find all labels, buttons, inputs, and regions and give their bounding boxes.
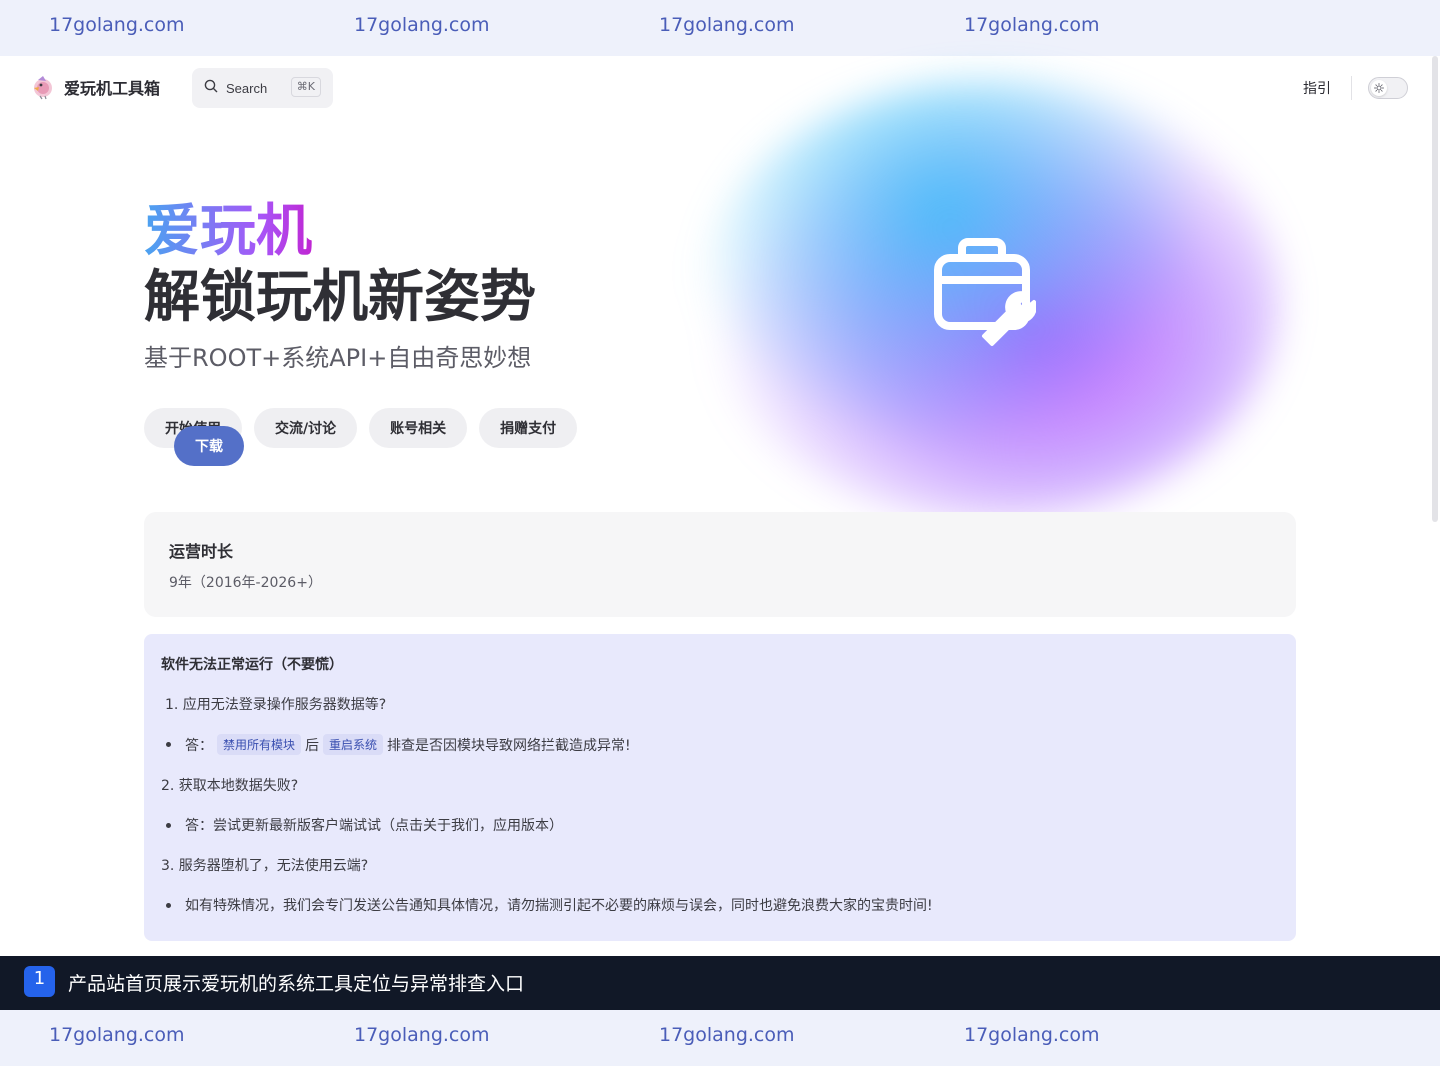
account-button[interactable]: 账号相关: [369, 408, 468, 448]
sun-icon: [1371, 80, 1387, 96]
toolbox-wrench-icon: [932, 236, 1037, 348]
faq-question: 1. 应用无法登录操作服务器数据等?: [161, 694, 386, 714]
faq-question: 2. 获取本地数据失败?: [161, 775, 298, 795]
tip-title: 软件无法正常运行（不要慌）: [161, 657, 343, 673]
faq-answer: 答：尝试更新最新版客户端试试（点击关于我们，应用版本）: [161, 815, 563, 835]
watermark-band-bottom: 17golang.com 17golang.com 17golang.com 1…: [0, 1010, 1440, 1066]
feature-card: 运营时长 9年（2016年-2026+）: [144, 512, 1296, 617]
watermark-text: 17golang.com: [659, 14, 795, 36]
feature-detail: 9年（2016年-2026+）: [169, 575, 322, 591]
answer-prefix: 答：: [185, 737, 213, 754]
search-button[interactable]: Search ⌘K: [192, 68, 333, 108]
hero-text: 解锁玩机新姿势: [144, 265, 536, 330]
faq-answer: 如有特殊情况，我们会专门发送公告通知具体情况，请勿揣测引起不必要的麻烦与误会，同…: [161, 895, 933, 915]
search-shortcut: ⌘K: [290, 77, 321, 97]
download-button[interactable]: 下载: [174, 426, 244, 466]
bullet-icon: [166, 742, 171, 747]
donate-button[interactable]: 捐赠支付: [479, 408, 578, 448]
answer-text: 答：尝试更新最新版客户端试试（点击关于我们，应用版本）: [185, 818, 563, 834]
watermark-text: 17golang.com: [964, 1024, 1100, 1046]
hero-actions: 下载 开始使用 交流/讨论 账号相关 捐赠支付: [144, 408, 578, 466]
feature-title: 运营时长: [169, 542, 234, 561]
watermark-text: 17golang.com: [659, 1024, 795, 1046]
search-label: Search: [226, 80, 268, 96]
watermark-text: 17golang.com: [964, 14, 1100, 36]
top-nav: 爱玩机工具箱 Search ⌘K 指引: [0, 56, 1440, 120]
hero-tagline: 基于ROOT+系统API+自由奇思妙想: [144, 344, 532, 372]
watermark-text: 17golang.com: [49, 14, 185, 36]
watermark-text: 17golang.com: [49, 1024, 185, 1046]
bird-logo-icon: [30, 74, 56, 100]
inline-code: 重启系统: [323, 734, 384, 755]
faq-question: 3. 服务器堕机了，无法使用云端?: [161, 855, 368, 875]
caption-bar: 1 产品站首页展示爱玩机的系统工具定位与异常排查入口: [0, 956, 1440, 1010]
watermark-band-top: 17golang.com 17golang.com 17golang.com 1…: [0, 0, 1440, 56]
hero-name: 爱玩机: [144, 196, 312, 268]
tip-box: 软件无法正常运行（不要慌） 1. 应用无法登录操作服务器数据等? 答： 禁用所有…: [144, 634, 1296, 941]
faq-question-text: 2. 获取本地数据失败?: [161, 778, 299, 794]
nav-divider: [1351, 76, 1352, 100]
faq-question-text: 3. 服务器堕机了，无法使用云端?: [161, 858, 369, 874]
brand-title: 爱玩机工具箱: [64, 79, 161, 98]
faq-answer: 答： 禁用所有模块 后 重启系统 排查是否因模块导致网络拦截造成异常!: [161, 734, 631, 755]
bullet-icon: [166, 822, 171, 828]
answer-text: 如有特殊情况，我们会专门发送公告通知具体情况，请勿揣测引起不必要的麻烦与误会，同…: [185, 898, 933, 914]
nav-link-guide[interactable]: 指引: [1303, 78, 1331, 98]
faq-question-text: 1. 应用无法登录操作服务器数据等?: [165, 697, 387, 713]
caption-text: 产品站首页展示爱玩机的系统工具定位与异常排查入口: [68, 973, 525, 995]
search-icon: [204, 79, 218, 98]
watermark-text: 17golang.com: [354, 1024, 490, 1046]
watermark-text: 17golang.com: [354, 14, 490, 36]
answer-text: 后: [305, 737, 320, 754]
theme-toggle[interactable]: [1368, 77, 1408, 99]
bullet-icon: [166, 902, 171, 908]
caption-number-badge: 1: [24, 966, 55, 997]
brand-link[interactable]: 爱玩机工具箱: [30, 74, 160, 100]
page-scrollbar[interactable]: [1432, 56, 1438, 522]
discussion-button[interactable]: 交流/讨论: [254, 408, 358, 448]
answer-text: 排查是否因模块导致网络拦截造成异常!: [387, 737, 631, 754]
inline-code: 禁用所有模块: [217, 734, 302, 755]
